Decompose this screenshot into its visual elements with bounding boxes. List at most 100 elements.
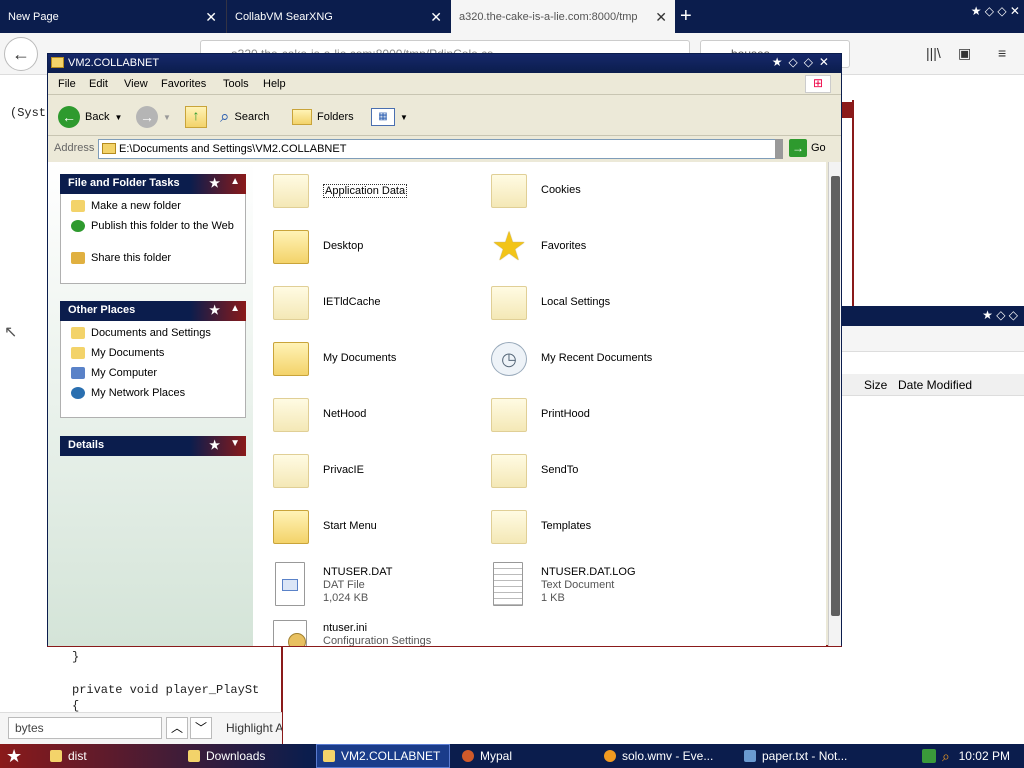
taskbar-item-vm2-collabnet[interactable]: VM2.COLLABNET xyxy=(316,744,450,768)
folder-item[interactable]: ◷ My Recent Documents xyxy=(483,338,698,386)
folders-button[interactable]: Folders xyxy=(292,106,354,128)
folder-item[interactable]: ★ Favorites xyxy=(483,226,698,274)
chevron-up-icon[interactable]: ▲ xyxy=(230,176,240,187)
folder-item[interactable]: IETldCache xyxy=(265,282,480,330)
make-new-folder-link[interactable]: Make a new folder xyxy=(69,200,237,220)
folder-item[interactable]: SendTo xyxy=(483,450,698,498)
folder-item[interactable]: PrivacIE xyxy=(265,450,480,498)
tab-active[interactable]: a320.the-cake-is-a-lie.com:8000/tmp ✕ xyxy=(451,0,675,33)
folder-item[interactable]: PrintHood xyxy=(483,394,698,442)
column-date-modified[interactable]: Date Modified xyxy=(898,378,972,392)
menu-view[interactable]: View xyxy=(124,78,148,90)
taskbar-item-paper-txt[interactable]: paper.txt - Not... xyxy=(738,744,872,768)
column-header-row: Size Date Modified xyxy=(842,374,1024,396)
panel-header[interactable]: Details ★ ▼ xyxy=(60,436,246,456)
address-field[interactable]: E:\Documents and Settings\VM2.COLLABNET xyxy=(98,139,778,159)
star-icon: ★ xyxy=(209,176,220,190)
chevron-up-icon[interactable]: ▲ xyxy=(230,303,240,314)
sidebar-icon[interactable]: ▣ xyxy=(958,45,971,62)
folder-item[interactable]: NetHood xyxy=(265,394,480,442)
file-item[interactable]: NTUSER.DAT.LOG Text Document 1 KB xyxy=(483,562,698,610)
my-documents-icon xyxy=(71,347,85,359)
chevron-down-icon: ▼ xyxy=(114,112,123,122)
my-computer-link[interactable]: My Computer xyxy=(69,367,237,387)
find-input[interactable]: bytes xyxy=(8,717,162,739)
taskbar-item-dist[interactable]: dist xyxy=(44,744,178,768)
menu-tools[interactable]: Tools xyxy=(223,78,249,90)
menu-icon[interactable]: ≡ xyxy=(998,45,1006,61)
folder-item[interactable]: Desktop xyxy=(265,226,480,274)
column-size[interactable]: Size xyxy=(864,378,887,392)
share-folder-icon xyxy=(71,252,85,264)
code-line: private void player_PlaySt xyxy=(72,683,260,697)
folder-icon xyxy=(188,750,200,762)
tab-label: New Page xyxy=(8,10,59,23)
menu-edit[interactable]: Edit xyxy=(89,78,108,90)
my-documents-link[interactable]: My Documents xyxy=(69,347,237,367)
chevron-down-icon: ▼ xyxy=(400,112,408,122)
views-icon: ▦ xyxy=(371,108,395,126)
menu-favorites[interactable]: Favorites xyxy=(161,78,206,90)
documents-settings-link[interactable]: Documents and Settings xyxy=(69,327,237,347)
tray-search-icon[interactable]: ⌕ xyxy=(942,748,950,765)
folder-item[interactable]: Start Menu xyxy=(265,506,480,554)
vertical-scrollbar[interactable] xyxy=(828,162,841,646)
find-previous-icon[interactable]: ︿ xyxy=(166,717,188,739)
search-label: Search xyxy=(234,111,270,123)
file-item[interactable]: ntuser.ini Configuration Settings xyxy=(265,618,480,646)
file-item[interactable]: NTUSER.DAT DAT File 1,024 KB xyxy=(265,562,480,610)
menu-bar: File Edit View Favorites Tools Help ⊞ xyxy=(48,73,841,95)
tab-collabvm-searxng[interactable]: CollabVM SearXNG ✕ xyxy=(226,0,450,33)
folder-item[interactable]: My Documents xyxy=(265,338,480,386)
chevron-down-icon[interactable]: ▼ xyxy=(230,438,240,449)
folder-item[interactable]: Cookies xyxy=(483,170,698,218)
library-icon[interactable]: |||\ xyxy=(926,45,941,61)
find-next-icon[interactable]: ﹀ xyxy=(190,717,212,739)
start-button[interactable]: ★ xyxy=(0,744,36,768)
tab-new-page[interactable]: New Page ✕ xyxy=(0,0,225,33)
scrollbar-thumb[interactable] xyxy=(831,176,840,616)
taskbar-item-downloads[interactable]: Downloads xyxy=(182,744,312,768)
file-info: ntuser.ini Configuration Settings xyxy=(323,622,431,646)
taskbar-item-solo-wmv[interactable]: solo.wmv - Eve... xyxy=(598,744,732,768)
forward-button[interactable]: → ▼ xyxy=(136,106,171,128)
address-dropdown-icon[interactable] xyxy=(775,139,783,159)
panel-header[interactable]: Other Places ★ ▲ xyxy=(60,301,246,321)
close-icon[interactable]: ✕ xyxy=(430,9,442,26)
menu-help[interactable]: Help xyxy=(263,78,286,90)
menu-file[interactable]: File xyxy=(58,78,76,90)
clock[interactable]: 10:02 PM xyxy=(959,749,1010,763)
up-button[interactable]: ↑ xyxy=(185,106,207,128)
panel-header[interactable]: File and Folder Tasks ★ ▲ xyxy=(60,174,246,194)
browser-tab-bar: New Page ✕ CollabVM SearXNG ✕ a320.the-c… xyxy=(0,0,1024,33)
my-network-places-link[interactable]: My Network Places xyxy=(69,387,237,407)
search-button[interactable]: ⌕ Search xyxy=(220,106,269,128)
tab-label: CollabVM SearXNG xyxy=(235,10,333,23)
share-folder-link[interactable]: Share this folder xyxy=(69,252,237,272)
window-controls[interactable]: ★ ◇ ◇ ✕ xyxy=(971,4,1020,18)
tray-network-icon[interactable] xyxy=(922,749,936,763)
views-button[interactable]: ▦ ▼ xyxy=(371,106,408,128)
close-icon[interactable]: ✕ xyxy=(655,9,667,26)
folder-item[interactable]: Local Settings xyxy=(483,282,698,330)
publish-folder-link[interactable]: Publish this folder to the Web xyxy=(69,220,237,252)
folder-item[interactable]: Application Data xyxy=(265,170,480,218)
window-controls[interactable]: ★◇◇✕ xyxy=(772,55,835,69)
folder-item[interactable]: Templates xyxy=(483,506,698,554)
new-tab-icon[interactable]: + xyxy=(680,5,692,28)
taskbar-item-mypal[interactable]: Mypal xyxy=(456,744,590,768)
back-label: Back xyxy=(85,111,110,123)
folder-icon xyxy=(491,454,527,488)
highlight-all-label[interactable]: Highlight All xyxy=(226,721,282,735)
window-controls[interactable]: ★ ◇ ◇ xyxy=(982,308,1018,322)
back-arrow-icon[interactable]: ← xyxy=(4,37,38,71)
folder-icon xyxy=(71,327,85,339)
item-label: Cookies xyxy=(541,184,581,196)
forward-arrow-icon: → xyxy=(136,106,158,128)
go-button[interactable]: → Go xyxy=(789,139,826,157)
item-label: My Recent Documents xyxy=(541,352,653,364)
explorer-window: VM2.COLLABNET ★◇◇✕ File Edit View Favori… xyxy=(47,53,842,647)
close-icon[interactable]: ✕ xyxy=(205,9,217,26)
back-button[interactable]: ← Back ▼ xyxy=(58,106,122,128)
windows-logo-icon: ⊞ xyxy=(805,75,831,93)
